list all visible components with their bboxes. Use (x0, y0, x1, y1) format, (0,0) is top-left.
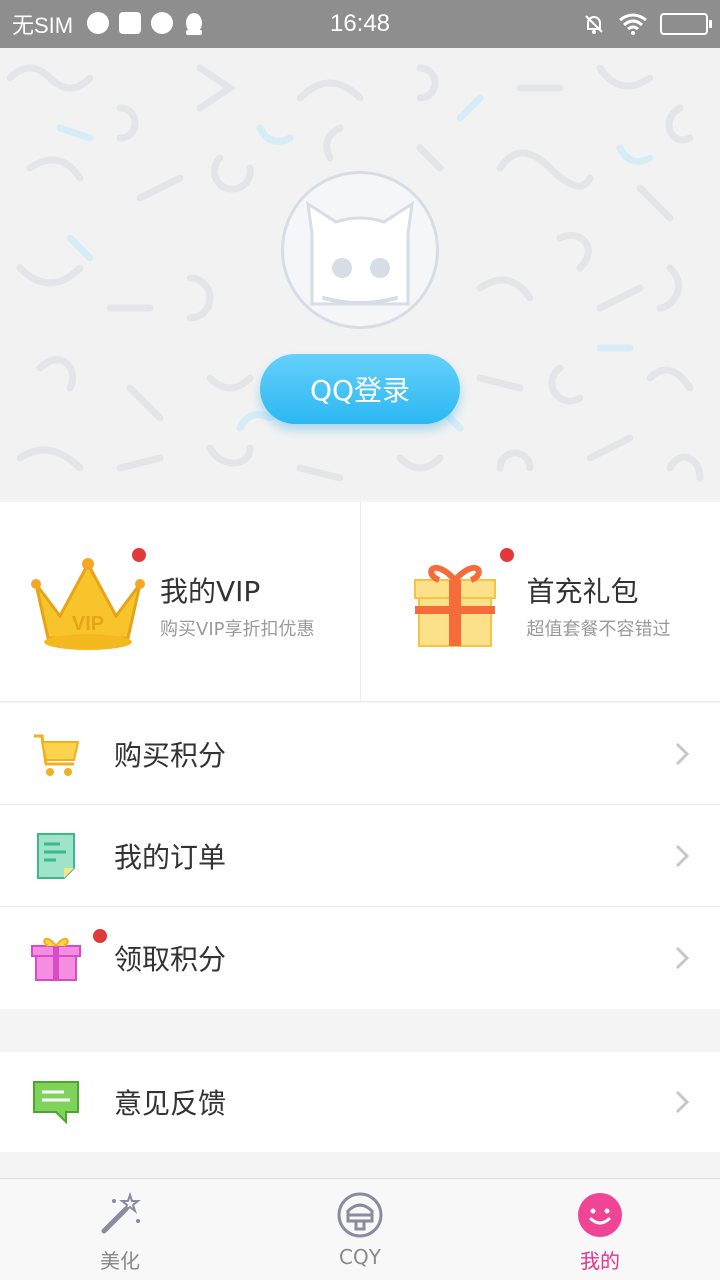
claim-badge-dot (93, 929, 107, 943)
menu-list: 购买积分 我的订单 领取积分 (0, 703, 720, 1009)
menu-item-buy-points[interactable]: 购买积分 (0, 703, 720, 805)
chevron-right-icon (675, 742, 690, 765)
gift-box-icon (413, 565, 496, 647)
tab-mine[interactable]: 我的 (480, 1179, 720, 1280)
svg-text:VIP: VIP (72, 613, 104, 635)
menu-label: 购买积分 (114, 738, 227, 772)
promo-row: VIP 我的VIP 购买VIP享折扣优惠 首充礼包 超值套餐不容错过 (0, 502, 720, 702)
menu-item-claim-points[interactable]: 领取积分 (0, 907, 720, 1009)
tab-label: CQY (339, 1245, 381, 1269)
crown-icon: VIP (31, 558, 145, 650)
gift-badge-dot (499, 548, 514, 562)
menu-item-feedback[interactable]: 意见反馈 (0, 1052, 720, 1152)
menu-label: 意见反馈 (114, 1087, 227, 1120)
vip-badge-dot (132, 548, 146, 562)
chevron-right-icon (675, 946, 690, 970)
qq-penguin-icon (186, 13, 203, 35)
cqy-icon (337, 1192, 383, 1238)
order-doc-icon (37, 832, 75, 879)
qq-login-button[interactable]: QQ登录 (260, 354, 460, 424)
gift-subtitle: 超值套餐不容错过 (526, 619, 671, 640)
paint-icon (151, 12, 174, 34)
first-recharge-card[interactable]: 首充礼包 超值套餐不容错过 (359, 502, 720, 701)
chevron-right-icon (675, 1090, 690, 1114)
android-icon (119, 12, 142, 34)
menu-list-2: 意见反馈 (0, 1052, 720, 1152)
cart-icon (34, 734, 80, 776)
tab-cqy[interactable]: CQY (240, 1179, 480, 1280)
present-icon (31, 937, 81, 981)
smile-icon (578, 1193, 622, 1237)
shield-icon (87, 12, 110, 34)
battery-icon (660, 13, 712, 35)
menu-label: 领取积分 (114, 943, 227, 976)
chevron-right-icon (675, 844, 690, 867)
avatar[interactable] (281, 171, 439, 329)
status-bar: 无SIM 16:48 (0, 0, 720, 48)
bottom-tab-bar: 美化 CQY 我的 (0, 1178, 720, 1280)
tab-label: 我的 (580, 1249, 620, 1273)
profile-header: QQ登录 (0, 48, 720, 500)
magic-wand-icon (101, 1191, 141, 1234)
carrier-label: 无SIM (12, 13, 74, 38)
tab-label: 美化 (100, 1249, 140, 1273)
vip-card[interactable]: VIP 我的VIP 购买VIP享折扣优惠 (0, 502, 360, 701)
gift-title: 首充礼包 (526, 575, 639, 608)
tab-beautify[interactable]: 美化 (0, 1179, 240, 1280)
menu-item-my-orders[interactable]: 我的订单 (0, 805, 720, 907)
wifi-icon (619, 13, 647, 35)
menu-label: 我的订单 (114, 840, 227, 874)
vip-title: 我的VIP (160, 575, 261, 608)
silent-bell-icon (585, 15, 603, 34)
feedback-icon (33, 1081, 79, 1125)
vip-subtitle: 购买VIP享折扣优惠 (160, 619, 315, 640)
cat-avatar-icon (306, 200, 414, 306)
